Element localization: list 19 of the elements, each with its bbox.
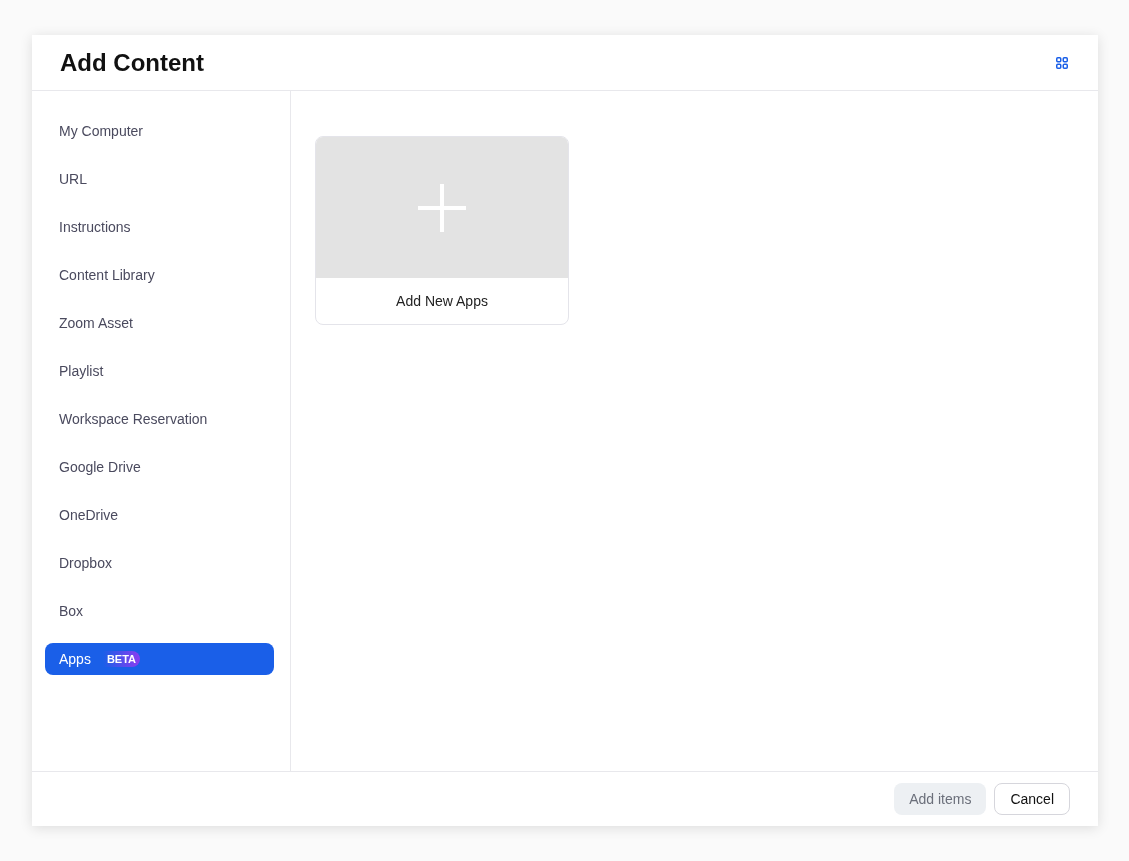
add-app-card[interactable]: Add New Apps: [315, 136, 569, 325]
sidebar-item[interactable]: Dropbox: [45, 547, 274, 579]
plus-icon: [418, 183, 466, 232]
footer-button[interactable]: Cancel: [994, 783, 1070, 815]
card-label: Add New Apps: [395, 292, 489, 311]
sidebar-item[interactable]: Playlist: [45, 355, 274, 387]
sidebar-item[interactable]: OneDrive: [45, 499, 274, 531]
sidebar-item[interactable]: My Computer: [45, 115, 274, 147]
sidebar-item[interactable]: Apps BETA: [45, 643, 274, 675]
sidebar-item[interactable]: Zoom Asset: [45, 307, 274, 339]
sidebar-item[interactable]: URL: [45, 163, 274, 195]
grid-view-icon[interactable]: [1056, 56, 1068, 69]
sidebar-item[interactable]: Google Drive: [45, 451, 274, 483]
dialog-title: Add Content: [60, 48, 204, 77]
beta-badge: BETA: [102, 651, 141, 667]
sidebar-item[interactable]: Workspace Reservation: [45, 403, 274, 435]
sidebar-item[interactable]: Box: [45, 595, 274, 627]
sidebar-item[interactable]: Content Library: [45, 259, 274, 291]
sidebar-item[interactable]: Instructions: [45, 211, 274, 243]
